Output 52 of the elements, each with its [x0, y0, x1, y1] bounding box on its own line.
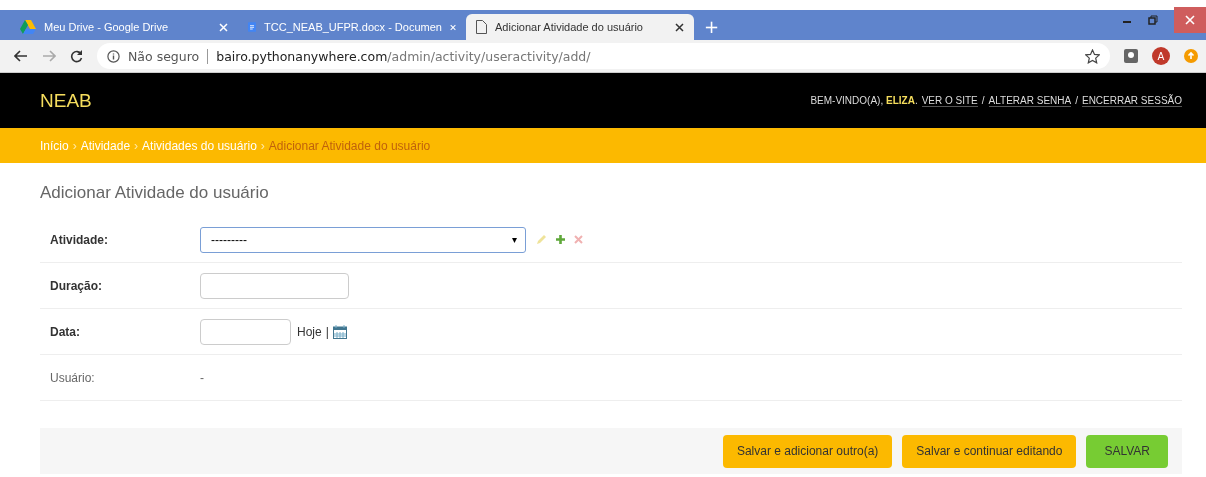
link-separator: /: [981, 94, 985, 107]
browser-tab[interactable]: TCC_NEAB_UFPR.docx - Documen: [238, 14, 466, 40]
header-link[interactable]: VER O SITE: [921, 94, 978, 107]
close-window-button[interactable]: [1174, 7, 1206, 33]
close-icon[interactable]: [675, 22, 684, 32]
breadcrumb-current: Adicionar Atividade do usuário: [268, 138, 431, 153]
document-icon: [248, 20, 257, 34]
save-button[interactable]: SALVAR: [1086, 434, 1168, 468]
separator: |: [325, 324, 329, 339]
tab-title: TCC_NEAB_UFPR.docx - Documen: [264, 21, 442, 33]
star-icon[interactable]: [1085, 48, 1100, 64]
forward-icon[interactable]: [42, 50, 56, 62]
profile-avatar[interactable]: A: [1152, 47, 1170, 65]
restore-icon[interactable]: [1148, 15, 1158, 25]
save-button[interactable]: Salvar e continuar editando: [902, 434, 1077, 468]
header-link[interactable]: ENCERRAR SESSÃO: [1081, 94, 1182, 107]
reload-icon[interactable]: [70, 49, 83, 63]
field-label: Usuário:: [49, 370, 96, 385]
breadcrumb-separator: ›: [72, 138, 77, 153]
site-brand[interactable]: NEAB: [40, 89, 92, 112]
info-icon: [107, 49, 120, 63]
today-link[interactable]: Hoje: [297, 324, 322, 339]
link-separator: /: [1075, 94, 1078, 107]
extension-icon[interactable]: [1124, 49, 1138, 63]
field-label: Atividade:: [49, 232, 109, 247]
breadcrumb-separator: ›: [134, 138, 139, 153]
date-field[interactable]: [200, 318, 291, 345]
page-title: Adicionar Atividade do usuário: [40, 183, 270, 203]
security-label: Não seguro: [128, 48, 209, 64]
save-button[interactable]: Salvar e adicionar outro(a): [722, 434, 893, 468]
tab-title: Meu Drive - Google Drive: [44, 21, 170, 33]
address-bar[interactable]: Não seguro bairo.pythonanywhere.com/admin/activity/useractivity/add/: [97, 43, 1110, 69]
new-tab-button[interactable]: +: [704, 16, 720, 37]
browser-tab[interactable]: Adicionar Atividade do usuário: [466, 14, 694, 40]
browser-tab[interactable]: Meu Drive - Google Drive: [10, 14, 238, 40]
input-field[interactable]: [200, 272, 349, 299]
readonly-value: -: [200, 370, 204, 385]
tab-title: Adicionar Atividade do usuário: [495, 21, 644, 33]
update-icon[interactable]: [1184, 49, 1198, 63]
calendar-icon[interactable]: [332, 324, 347, 339]
back-icon[interactable]: [14, 50, 28, 62]
page-icon: [476, 20, 487, 34]
close-icon: [1185, 15, 1195, 25]
field-label: Data:: [49, 324, 81, 339]
welcome-text: BEM-VINDO(A), ELIZA.: [810, 94, 918, 107]
breadcrumb-separator: ›: [260, 138, 265, 153]
triangle-icon: [20, 20, 36, 34]
select-field[interactable]: --------- ▾: [200, 226, 526, 253]
header-link[interactable]: ALTERAR SENHA: [988, 94, 1072, 107]
field-label: Duração:: [49, 278, 103, 293]
add-icon[interactable]: [555, 234, 566, 245]
url-text: bairo.pythonanywhere.com/admin/activity/useractivity/add/: [216, 48, 591, 64]
